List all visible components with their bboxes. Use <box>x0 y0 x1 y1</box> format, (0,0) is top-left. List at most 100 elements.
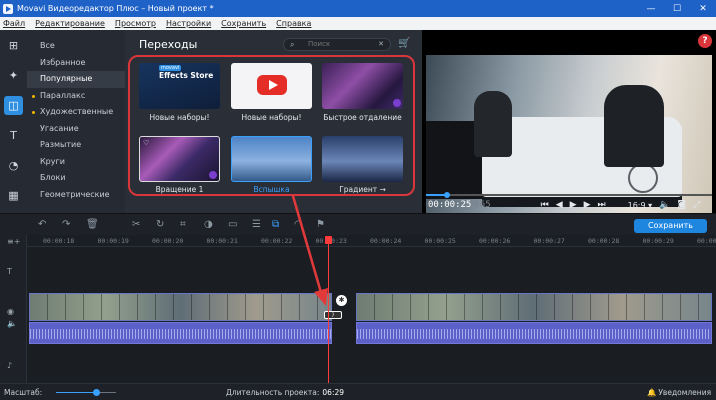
menu-export[interactable]: Сохранить <box>221 19 266 28</box>
ruler-tick: 00:00:25 <box>424 237 456 245</box>
stabilize-icon[interactable]: ▭ <box>228 219 237 230</box>
transition-tile-selected[interactable] <box>231 136 312 182</box>
ruler-tick: 00:00:28 <box>588 237 620 245</box>
save-button[interactable]: Сохранить <box>634 219 707 233</box>
category-item[interactable]: Избранное <box>27 55 125 72</box>
tools-sidebar: ⊞ ✦ ◫ T ◔ ▦ <box>0 30 27 213</box>
magic-wand-icon[interactable]: ✦ <box>4 66 23 85</box>
search-input[interactable] <box>308 40 368 48</box>
timecode-frames: 665 <box>474 200 491 210</box>
menu-view[interactable]: Просмотр <box>115 19 156 28</box>
title-track-icon: T <box>7 267 12 276</box>
category-item[interactable]: Круги <box>27 154 125 171</box>
notifications-label: Уведомления <box>658 388 712 397</box>
skip-forward-icon[interactable]: ⏭ <box>598 200 606 210</box>
youtube-tile[interactable] <box>231 63 312 109</box>
panel-title: Переходы <box>139 38 198 51</box>
cut-icon[interactable]: ✂ <box>132 219 140 230</box>
video-track-mute-icon[interactable]: 🔈 <box>7 319 17 328</box>
category-item[interactable]: Угасание <box>27 121 125 138</box>
menu-file[interactable]: Файл <box>3 19 25 28</box>
transition-star-icon[interactable]: ✱ <box>336 295 347 306</box>
aspect-ratio-select[interactable]: 16:9 ▾ <box>628 201 653 210</box>
favorite-icon[interactable]: ♡ <box>143 139 149 147</box>
tile-label: Быстрое отдаление <box>323 113 402 122</box>
rotate-icon[interactable]: ↻ <box>156 219 164 230</box>
category-item[interactable]: Популярные <box>27 71 125 88</box>
zoom-knob[interactable] <box>92 389 100 396</box>
search-box[interactable]: ⌕ ✕ <box>283 38 391 51</box>
tile-label: Вращение 1 <box>155 185 204 194</box>
category-item[interactable]: Блоки <box>27 170 125 187</box>
effects-store-text: Effects Store <box>159 71 214 80</box>
redo-icon[interactable]: ↷ <box>62 219 70 230</box>
menu-help[interactable]: Справка <box>276 19 311 28</box>
maximize-button[interactable]: ☐ <box>664 0 690 17</box>
transition-tile[interactable]: ♡ <box>139 136 220 182</box>
snapshot-icon[interactable]: ◙ <box>677 200 686 210</box>
color-adjust-icon[interactable]: ◑ <box>204 219 213 230</box>
transition-tile[interactable] <box>322 63 403 109</box>
play-icon[interactable]: ▶ <box>570 200 577 210</box>
fullscreen-icon[interactable]: ⤢ <box>693 200 700 210</box>
search-icon: ⌕ <box>290 40 295 49</box>
import-icon[interactable]: ⊞ <box>4 36 23 55</box>
cart-icon[interactable]: 🛒 <box>398 38 410 49</box>
frame-back-icon[interactable]: ◀ <box>556 200 563 210</box>
category-item[interactable]: Параллакс <box>27 88 125 105</box>
video-preview: ? <box>422 30 716 219</box>
person-left <box>474 91 512 157</box>
filters-icon[interactable]: ◔ <box>4 156 23 175</box>
audio-clip[interactable] <box>29 322 332 344</box>
add-track-icon[interactable]: ≡+ <box>7 237 20 246</box>
crop-icon[interactable]: ⌗ <box>180 219 186 230</box>
app-logo-icon <box>3 3 13 14</box>
zoom-slider[interactable] <box>56 389 116 396</box>
marker-icon[interactable]: ⚑ <box>316 219 325 230</box>
skip-back-icon[interactable]: ⏮ <box>541 200 549 210</box>
video-track-visibility-icon[interactable]: ◉ <box>7 307 14 316</box>
volume-icon[interactable]: 🔈 <box>659 200 670 210</box>
category-label: Параллакс <box>40 90 86 100</box>
effects-store-tile[interactable]: movavi Effects Store <box>139 63 220 109</box>
frame-forward-icon[interactable]: ▶ <box>584 200 591 210</box>
properties-icon[interactable]: ☰ <box>252 219 261 230</box>
ruler-tick: 00:00:24 <box>370 237 402 245</box>
app-window: Movavi Видеоредактор Плюс – Новый проект… <box>0 0 716 400</box>
category-item[interactable]: Геометрические <box>27 187 125 204</box>
playback-progress[interactable] <box>426 192 712 198</box>
category-item[interactable]: Художественные <box>27 104 125 121</box>
menu-edit[interactable]: Редактирование <box>35 19 105 28</box>
video-clip[interactable] <box>356 293 712 321</box>
category-item[interactable]: Все <box>27 38 125 55</box>
minimize-button[interactable]: — <box>638 0 664 17</box>
car-seal <box>628 163 658 193</box>
audio-clip[interactable] <box>356 322 712 344</box>
link-icon[interactable]: ⧉ <box>272 219 279 230</box>
undo-icon[interactable]: ↶ <box>38 219 46 230</box>
transitions-icon[interactable]: ◫ <box>4 96 23 115</box>
titles-icon[interactable]: T <box>4 126 23 145</box>
transition-tile[interactable] <box>322 136 403 182</box>
ruler-tick: 00:00:21 <box>206 237 238 245</box>
category-item[interactable]: Размытие <box>27 137 125 154</box>
title-bar: Movavi Видеоредактор Плюс – Новый проект… <box>0 0 716 17</box>
new-badge-dot <box>32 94 35 98</box>
delete-icon[interactable]: 🗑 <box>86 219 99 230</box>
playhead-handle[interactable] <box>325 236 332 244</box>
clear-search-icon[interactable]: ✕ <box>378 40 384 48</box>
progress-fill <box>426 194 447 196</box>
video-clip[interactable] <box>29 293 332 321</box>
category-label: Блоки <box>40 173 66 182</box>
playhead[interactable] <box>328 238 329 383</box>
magnet-icon[interactable]: ◠ <box>294 219 303 230</box>
menu-bar: Файл Редактирование Просмотр Настройки С… <box>0 17 716 30</box>
timeline-ruler[interactable]: 00:00:18 00:00:19 00:00:20 00:00:21 00:00:22… <box>27 235 716 247</box>
transition-marker[interactable]: ⟩ <box>324 311 342 319</box>
help-button[interactable]: ? <box>698 34 712 48</box>
project-duration: Длительность проекта: 06:29 <box>226 388 344 397</box>
notifications-button[interactable]: 🔔 Уведомления <box>647 388 711 397</box>
close-button[interactable]: ✕ <box>690 0 716 17</box>
more-tools-icon[interactable]: ▦ <box>4 186 23 205</box>
menu-settings[interactable]: Настройки <box>166 19 211 28</box>
